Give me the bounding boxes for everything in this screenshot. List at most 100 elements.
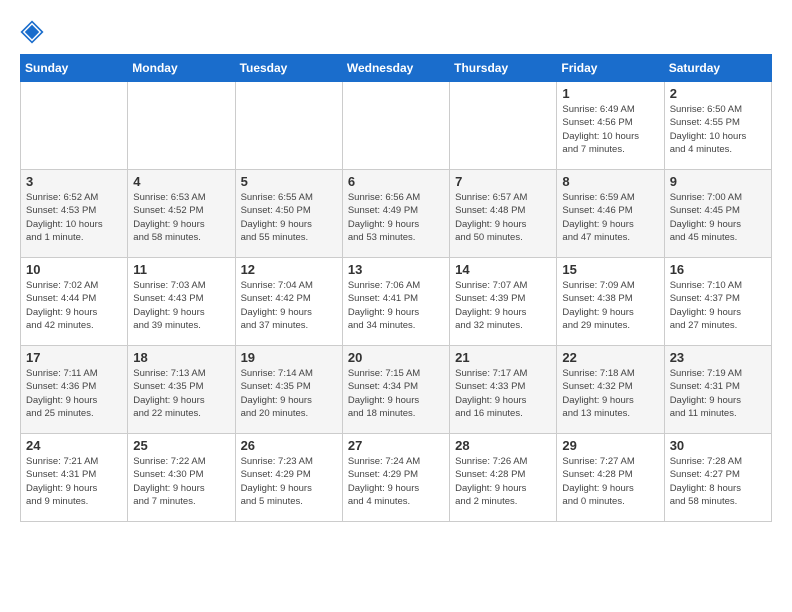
day-info: Sunrise: 7:06 AM Sunset: 4:41 PM Dayligh… bbox=[348, 279, 444, 332]
calendar-cell: 8Sunrise: 6:59 AM Sunset: 4:46 PM Daylig… bbox=[557, 170, 664, 258]
day-number: 24 bbox=[26, 438, 122, 453]
calendar-cell: 5 Sunrise: 6:55 AM Sunset: 4:50 PM Daylig… bbox=[235, 170, 342, 258]
header-tuesday: Tuesday bbox=[235, 55, 342, 82]
day-number: 22 bbox=[562, 350, 658, 365]
header-saturday: Saturday bbox=[664, 55, 771, 82]
day-number: 30 bbox=[670, 438, 766, 453]
day-number: 13 bbox=[348, 262, 444, 277]
day-number: 18 bbox=[133, 350, 229, 365]
page-header bbox=[20, 20, 772, 44]
calendar-cell: 1 Sunrise: 6:49 AM Sunset: 4:56 PM Daylig… bbox=[557, 82, 664, 170]
calendar-cell bbox=[235, 82, 342, 170]
calendar-cell: 2 Sunrise: 6:50 AM Sunset: 4:55 PM Daylig… bbox=[664, 82, 771, 170]
calendar-cell: 19 Sunrise: 7:14 AM Sunset: 4:35 PM Dayli… bbox=[235, 346, 342, 434]
day-info: Sunrise: 7:17 AM Sunset: 4:33 PM Dayligh… bbox=[455, 367, 551, 420]
calendar-cell: 24 Sunrise: 7:21 AM Sunset: 4:31 PM Dayli… bbox=[21, 434, 128, 522]
calendar-cell: 21Sunrise: 7:17 AM Sunset: 4:33 PM Dayli… bbox=[450, 346, 557, 434]
day-info: Sunrise: 7:22 AM Sunset: 4:30 PM Dayligh… bbox=[133, 455, 229, 508]
calendar-cell: 7Sunrise: 6:57 AM Sunset: 4:48 PM Daylig… bbox=[450, 170, 557, 258]
day-number: 27 bbox=[348, 438, 444, 453]
calendar-cell: 14 Sunrise: 7:07 AM Sunset: 4:39 PM Dayli… bbox=[450, 258, 557, 346]
calendar-cell: 3 Sunrise: 6:52 AM Sunset: 4:53 PM Daylig… bbox=[21, 170, 128, 258]
calendar-cell bbox=[21, 82, 128, 170]
day-number: 16 bbox=[670, 262, 766, 277]
day-info: Sunrise: 7:15 AM Sunset: 4:34 PM Dayligh… bbox=[348, 367, 444, 420]
calendar-cell: 26 Sunrise: 7:23 AM Sunset: 4:29 PM Dayli… bbox=[235, 434, 342, 522]
day-number: 23 bbox=[670, 350, 766, 365]
day-number: 6 bbox=[348, 174, 444, 189]
day-number: 11 bbox=[133, 262, 229, 277]
calendar-cell: 27Sunrise: 7:24 AM Sunset: 4:29 PM Dayli… bbox=[342, 434, 449, 522]
calendar-week-1: 3 Sunrise: 6:52 AM Sunset: 4:53 PM Daylig… bbox=[21, 170, 772, 258]
day-info: Sunrise: 7:28 AM Sunset: 4:27 PM Dayligh… bbox=[670, 455, 766, 508]
day-number: 28 bbox=[455, 438, 551, 453]
day-number: 3 bbox=[26, 174, 122, 189]
day-number: 17 bbox=[26, 350, 122, 365]
day-info: Sunrise: 7:07 AM Sunset: 4:39 PM Dayligh… bbox=[455, 279, 551, 332]
day-number: 2 bbox=[670, 86, 766, 101]
day-number: 29 bbox=[562, 438, 658, 453]
day-info: Sunrise: 7:18 AM Sunset: 4:32 PM Dayligh… bbox=[562, 367, 658, 420]
day-number: 5 bbox=[241, 174, 337, 189]
day-info: Sunrise: 6:56 AM Sunset: 4:49 PM Dayligh… bbox=[348, 191, 444, 244]
calendar-cell: 15 Sunrise: 7:09 AM Sunset: 4:38 PM Dayli… bbox=[557, 258, 664, 346]
day-number: 15 bbox=[562, 262, 658, 277]
calendar-cell: 16 Sunrise: 7:10 AM Sunset: 4:37 PM Dayli… bbox=[664, 258, 771, 346]
calendar-cell: 11 Sunrise: 7:03 AM Sunset: 4:43 PM Dayli… bbox=[128, 258, 235, 346]
day-info: Sunrise: 7:13 AM Sunset: 4:35 PM Dayligh… bbox=[133, 367, 229, 420]
day-number: 1 bbox=[562, 86, 658, 101]
day-info: Sunrise: 7:04 AM Sunset: 4:42 PM Dayligh… bbox=[241, 279, 337, 332]
day-info: Sunrise: 6:53 AM Sunset: 4:52 PM Dayligh… bbox=[133, 191, 229, 244]
calendar-cell: 20 Sunrise: 7:15 AM Sunset: 4:34 PM Dayli… bbox=[342, 346, 449, 434]
day-number: 26 bbox=[241, 438, 337, 453]
calendar-cell: 10Sunrise: 7:02 AM Sunset: 4:44 PM Dayli… bbox=[21, 258, 128, 346]
day-info: Sunrise: 7:11 AM Sunset: 4:36 PM Dayligh… bbox=[26, 367, 122, 420]
day-number: 20 bbox=[348, 350, 444, 365]
day-number: 8 bbox=[562, 174, 658, 189]
logo-icon bbox=[20, 20, 44, 44]
calendar-cell: 30 Sunrise: 7:28 AM Sunset: 4:27 PM Dayli… bbox=[664, 434, 771, 522]
day-info: Sunrise: 7:09 AM Sunset: 4:38 PM Dayligh… bbox=[562, 279, 658, 332]
day-info: Sunrise: 7:14 AM Sunset: 4:35 PM Dayligh… bbox=[241, 367, 337, 420]
day-info: Sunrise: 6:52 AM Sunset: 4:53 PM Dayligh… bbox=[26, 191, 122, 244]
day-info: Sunrise: 7:00 AM Sunset: 4:45 PM Dayligh… bbox=[670, 191, 766, 244]
calendar-cell bbox=[342, 82, 449, 170]
calendar-week-0: 1 Sunrise: 6:49 AM Sunset: 4:56 PM Daylig… bbox=[21, 82, 772, 170]
calendar-cell: 12 Sunrise: 7:04 AM Sunset: 4:42 PM Dayli… bbox=[235, 258, 342, 346]
day-info: Sunrise: 6:55 AM Sunset: 4:50 PM Dayligh… bbox=[241, 191, 337, 244]
calendar-cell: 22 Sunrise: 7:18 AM Sunset: 4:32 PM Dayli… bbox=[557, 346, 664, 434]
day-number: 9 bbox=[670, 174, 766, 189]
header-sunday: Sunday bbox=[21, 55, 128, 82]
calendar-cell bbox=[128, 82, 235, 170]
header-wednesday: Wednesday bbox=[342, 55, 449, 82]
calendar-cell: 29Sunrise: 7:27 AM Sunset: 4:28 PM Dayli… bbox=[557, 434, 664, 522]
calendar-week-2: 10Sunrise: 7:02 AM Sunset: 4:44 PM Dayli… bbox=[21, 258, 772, 346]
day-number: 10 bbox=[26, 262, 122, 277]
calendar-cell: 18 Sunrise: 7:13 AM Sunset: 4:35 PM Dayli… bbox=[128, 346, 235, 434]
logo bbox=[20, 20, 48, 44]
calendar-header-row: SundayMondayTuesdayWednesdayThursdayFrid… bbox=[21, 55, 772, 82]
calendar-week-4: 24 Sunrise: 7:21 AM Sunset: 4:31 PM Dayli… bbox=[21, 434, 772, 522]
calendar-cell: 9 Sunrise: 7:00 AM Sunset: 4:45 PM Daylig… bbox=[664, 170, 771, 258]
calendar-cell: 13 Sunrise: 7:06 AM Sunset: 4:41 PM Dayli… bbox=[342, 258, 449, 346]
calendar-cell bbox=[450, 82, 557, 170]
header-thursday: Thursday bbox=[450, 55, 557, 82]
day-number: 25 bbox=[133, 438, 229, 453]
calendar-cell: 4 Sunrise: 6:53 AM Sunset: 4:52 PM Daylig… bbox=[128, 170, 235, 258]
calendar-cell: 17 Sunrise: 7:11 AM Sunset: 4:36 PM Dayli… bbox=[21, 346, 128, 434]
day-info: Sunrise: 6:50 AM Sunset: 4:55 PM Dayligh… bbox=[670, 103, 766, 156]
day-info: Sunrise: 6:49 AM Sunset: 4:56 PM Dayligh… bbox=[562, 103, 658, 156]
calendar-cell: 6 Sunrise: 6:56 AM Sunset: 4:49 PM Daylig… bbox=[342, 170, 449, 258]
day-number: 4 bbox=[133, 174, 229, 189]
day-info: Sunrise: 7:19 AM Sunset: 4:31 PM Dayligh… bbox=[670, 367, 766, 420]
header-friday: Friday bbox=[557, 55, 664, 82]
day-info: Sunrise: 7:03 AM Sunset: 4:43 PM Dayligh… bbox=[133, 279, 229, 332]
day-info: Sunrise: 7:21 AM Sunset: 4:31 PM Dayligh… bbox=[26, 455, 122, 508]
day-info: Sunrise: 7:23 AM Sunset: 4:29 PM Dayligh… bbox=[241, 455, 337, 508]
calendar-table: SundayMondayTuesdayWednesdayThursdayFrid… bbox=[20, 54, 772, 522]
day-number: 19 bbox=[241, 350, 337, 365]
day-number: 14 bbox=[455, 262, 551, 277]
calendar-cell: 23 Sunrise: 7:19 AM Sunset: 4:31 PM Dayli… bbox=[664, 346, 771, 434]
day-number: 12 bbox=[241, 262, 337, 277]
day-info: Sunrise: 7:10 AM Sunset: 4:37 PM Dayligh… bbox=[670, 279, 766, 332]
